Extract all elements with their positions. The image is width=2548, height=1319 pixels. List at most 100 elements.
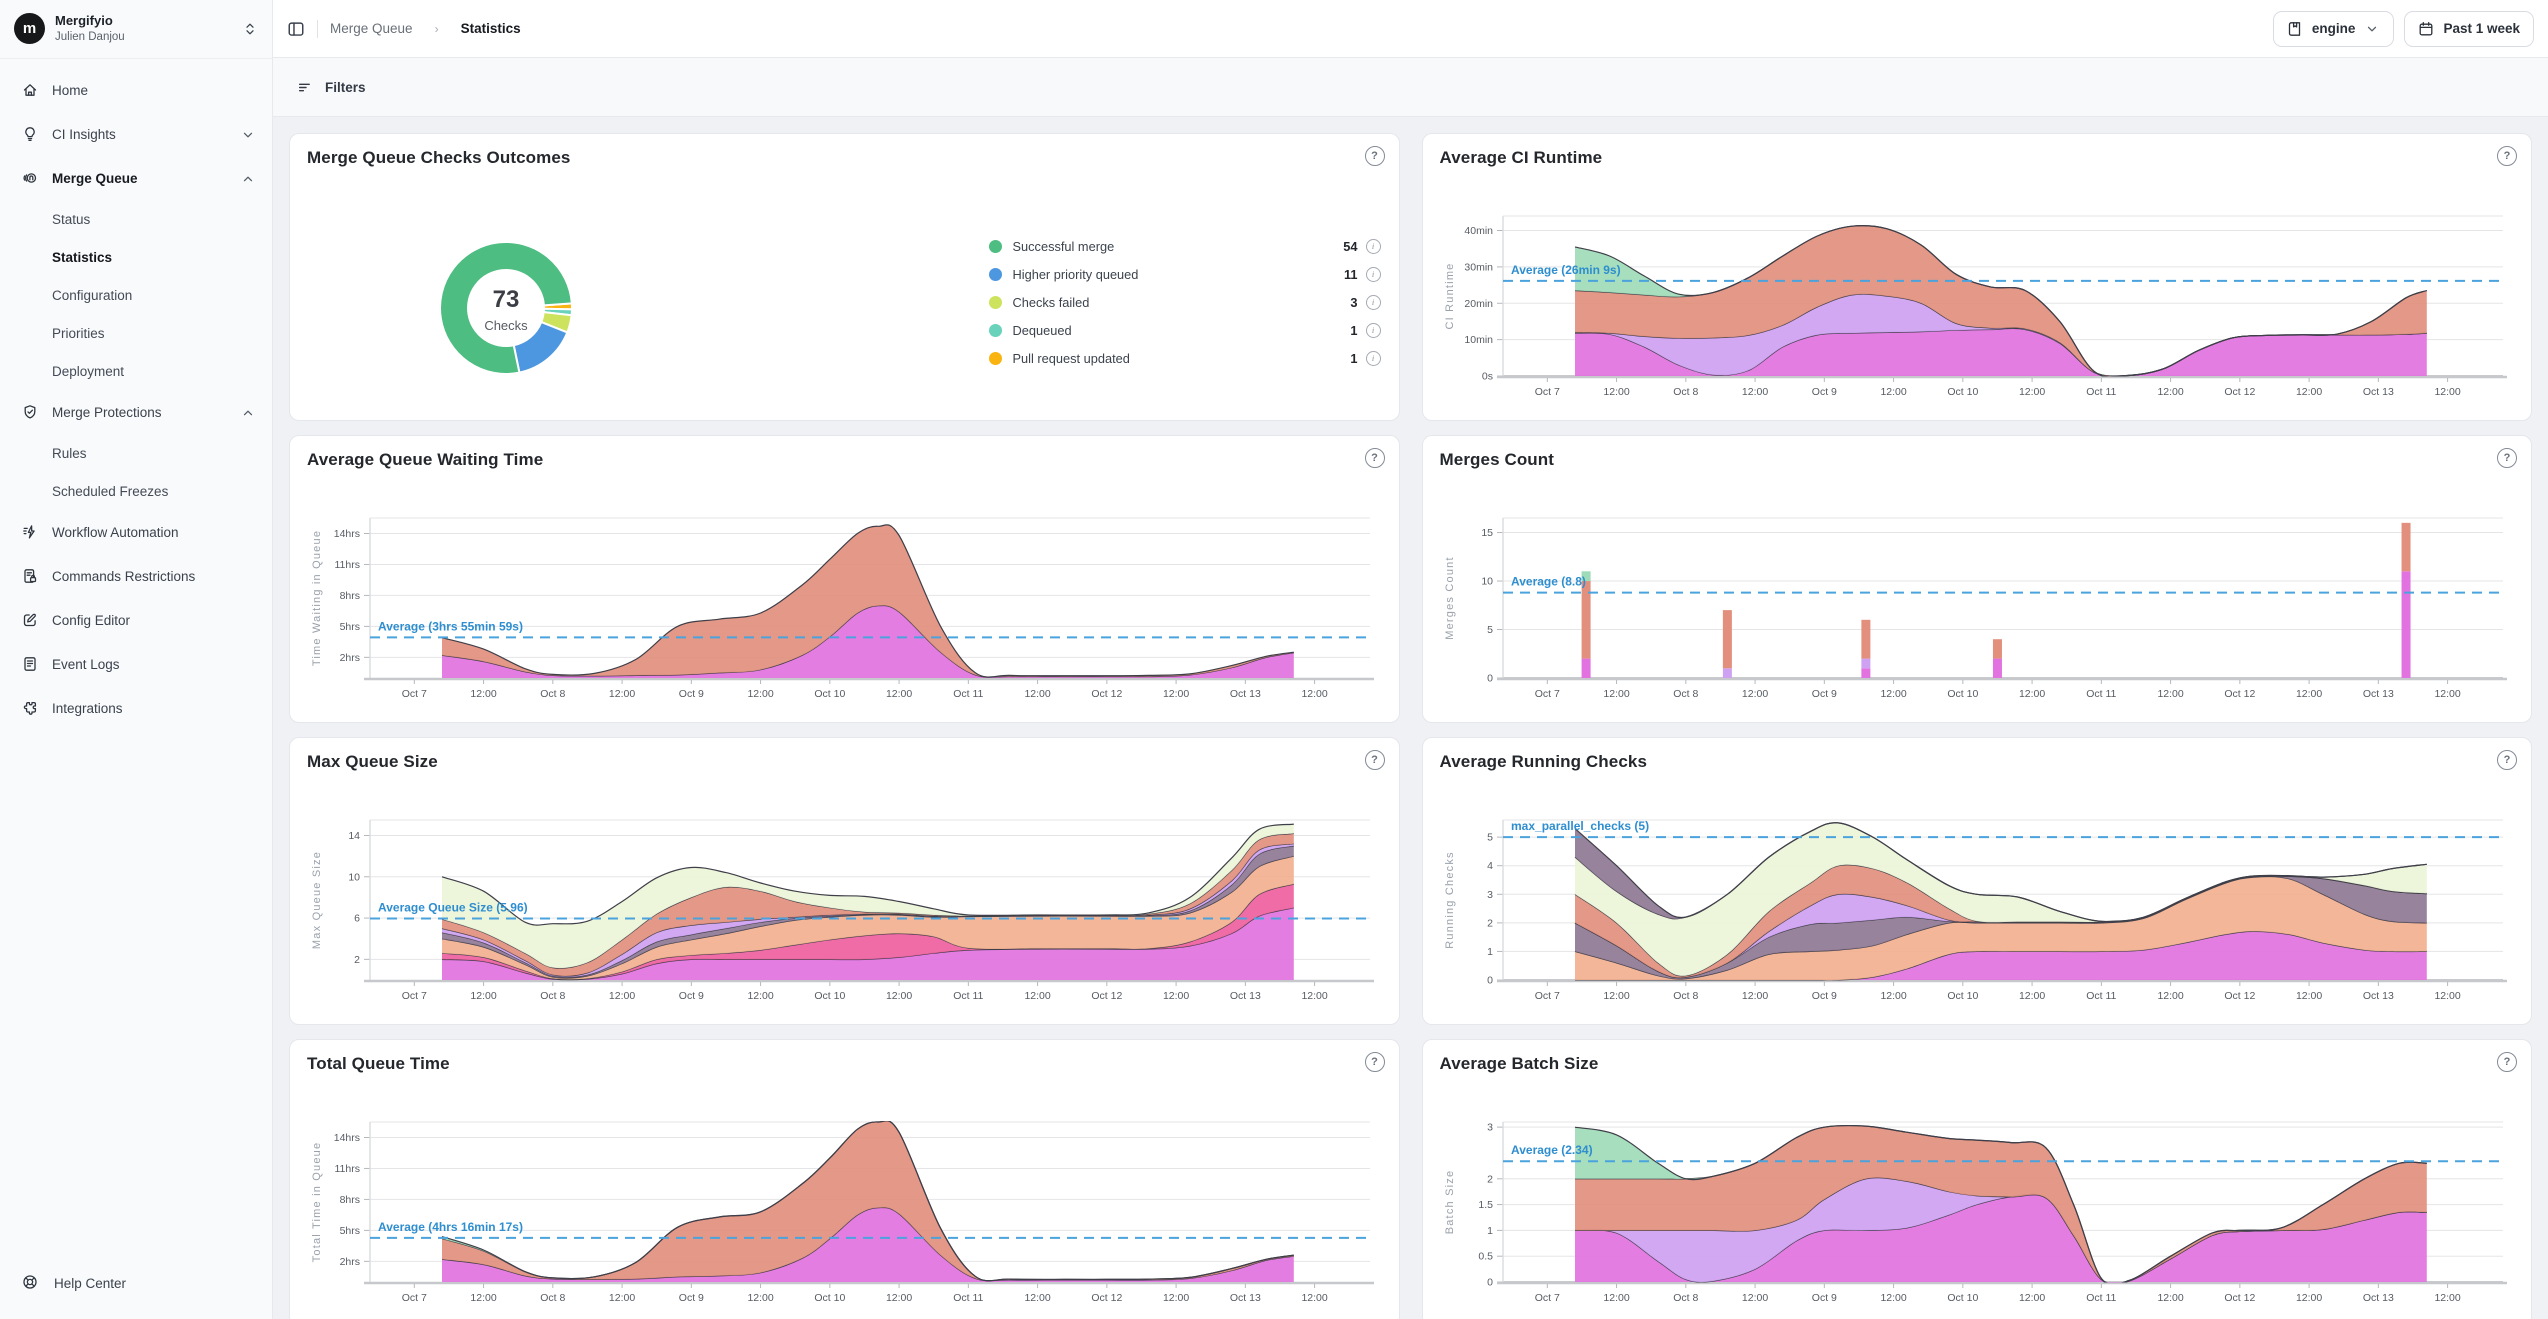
legend-dot bbox=[989, 296, 1002, 309]
svg-text:Oct 7: Oct 7 bbox=[402, 1292, 427, 1304]
total-queue-time-chart: 2hrs5hrs8hrs11hrs14hrsOct 712:00Oct 812:… bbox=[306, 1086, 1384, 1319]
help-icon[interactable]: ? bbox=[2497, 1052, 2517, 1072]
svg-text:0: 0 bbox=[1487, 975, 1493, 987]
legend-label: Dequeued bbox=[1013, 323, 1072, 338]
help-icon[interactable]: ? bbox=[1365, 1052, 1385, 1072]
svg-text:0s: 0s bbox=[1481, 371, 1492, 383]
date-range-button[interactable]: Past 1 week bbox=[2404, 11, 2534, 47]
legend-row[interactable]: Higher priority queued11i bbox=[989, 260, 1381, 288]
legend-row[interactable]: Successful merge54i bbox=[989, 232, 1381, 260]
merges-count-chart: 051015Oct 712:00Oct 812:00Oct 912:00Oct … bbox=[1439, 482, 2517, 718]
sidebar-item-scheduled-freezes[interactable]: Scheduled Freezes bbox=[0, 473, 272, 511]
sidebar-item-home[interactable]: Home bbox=[0, 69, 272, 113]
svg-text:5hrs: 5hrs bbox=[340, 621, 360, 633]
topbar-actions: engine Past 1 week bbox=[2273, 11, 2534, 47]
outcomes-legend: Successful merge54iHigher priority queue… bbox=[989, 232, 1381, 372]
repository-select[interactable]: engine bbox=[2273, 11, 2395, 47]
sidebar-item-workflow-automation[interactable]: Workflow Automation bbox=[0, 511, 272, 555]
sidebar-item-event-logs[interactable]: Event Logs bbox=[0, 643, 272, 687]
svg-text:Running Checks: Running Checks bbox=[1444, 851, 1456, 949]
svg-text:10: 10 bbox=[1481, 576, 1493, 588]
info-icon[interactable]: i bbox=[1366, 295, 1381, 310]
legend-value: 3 bbox=[1350, 295, 1357, 310]
help-icon[interactable]: ? bbox=[1365, 750, 1385, 770]
sidebar-item-merge-protections[interactable]: Merge Protections bbox=[0, 391, 272, 435]
help-icon[interactable]: ? bbox=[2497, 750, 2517, 770]
filters-bar[interactable]: Filters bbox=[273, 58, 2548, 117]
svg-text:0: 0 bbox=[1487, 673, 1493, 685]
svg-text:12:00: 12:00 bbox=[1163, 990, 1189, 1002]
sidebar-item-ci-insights[interactable]: CI Insights bbox=[0, 113, 272, 157]
help-center-link[interactable]: Help Center bbox=[0, 1261, 272, 1305]
help-icon[interactable]: ? bbox=[2497, 448, 2517, 468]
svg-text:Total Time in Queue: Total Time in Queue bbox=[311, 1142, 323, 1263]
svg-text:Oct 7: Oct 7 bbox=[402, 990, 427, 1002]
svg-text:Oct 10: Oct 10 bbox=[1947, 688, 1978, 700]
svg-text:Oct 12: Oct 12 bbox=[2224, 386, 2255, 398]
svg-text:3: 3 bbox=[1487, 1122, 1493, 1134]
svg-text:6: 6 bbox=[354, 913, 360, 925]
svg-text:12:00: 12:00 bbox=[609, 1292, 635, 1304]
svg-text:Average (26min 9s): Average (26min 9s) bbox=[1511, 263, 1621, 277]
org-updown-icon[interactable] bbox=[242, 21, 258, 37]
org-names: Mergifyio Julien Danjou bbox=[55, 13, 125, 45]
info-icon[interactable]: i bbox=[1366, 323, 1381, 338]
svg-text:Oct 10: Oct 10 bbox=[814, 990, 845, 1002]
svg-text:4: 4 bbox=[1487, 860, 1493, 872]
sidebar-toggle-icon[interactable] bbox=[287, 20, 305, 38]
card-title: Max Queue Size bbox=[307, 752, 438, 772]
svg-text:30min: 30min bbox=[1464, 261, 1493, 273]
svg-text:12:00: 12:00 bbox=[1163, 688, 1189, 700]
svg-text:Oct 10: Oct 10 bbox=[1947, 1292, 1978, 1304]
svg-text:Oct 9: Oct 9 bbox=[679, 688, 704, 700]
sidebar-item-label: Event Logs bbox=[52, 657, 120, 672]
svg-text:5: 5 bbox=[1487, 624, 1493, 636]
sidebar-item-status[interactable]: Status bbox=[0, 201, 272, 239]
help-icon[interactable]: ? bbox=[1365, 448, 1385, 468]
breadcrumb-parent[interactable]: Merge Queue bbox=[330, 21, 413, 36]
svg-text:Oct 11: Oct 11 bbox=[2086, 688, 2116, 700]
svg-text:Batch Size: Batch Size bbox=[1444, 1170, 1456, 1235]
svg-text:Average (4hrs 16min 17s): Average (4hrs 16min 17s) bbox=[378, 1220, 523, 1234]
svg-text:Oct 8: Oct 8 bbox=[540, 1292, 565, 1304]
org-switcher[interactable]: m Mergifyio Julien Danjou bbox=[0, 0, 272, 59]
legend-row[interactable]: Pull request updated1i bbox=[989, 344, 1381, 372]
svg-text:20min: 20min bbox=[1464, 298, 1493, 310]
card-title: Merges Count bbox=[1440, 450, 1555, 470]
sidebar-item-deployment[interactable]: Deployment bbox=[0, 353, 272, 391]
svg-text:Average (3hrs 55min 59s): Average (3hrs 55min 59s) bbox=[378, 619, 523, 633]
legend-row[interactable]: Checks failed3i bbox=[989, 288, 1381, 316]
sidebar-item-commands-restrictions[interactable]: Commands Restrictions bbox=[0, 555, 272, 599]
sidebar-item-merge-queue[interactable]: Merge Queue bbox=[0, 157, 272, 201]
svg-text:3: 3 bbox=[1487, 889, 1493, 901]
svg-text:12:00: 12:00 bbox=[2295, 386, 2321, 398]
info-icon[interactable]: i bbox=[1366, 351, 1381, 366]
org-name: Mergifyio bbox=[55, 13, 125, 30]
help-icon[interactable]: ? bbox=[1365, 146, 1385, 166]
ci-runtime-chart: 0s10min20min30min40minOct 712:00Oct 812:… bbox=[1439, 180, 2517, 416]
svg-text:12:00: 12:00 bbox=[1603, 688, 1629, 700]
svg-text:12:00: 12:00 bbox=[470, 1292, 496, 1304]
svg-text:Oct 7: Oct 7 bbox=[1534, 386, 1559, 398]
sidebar-item-config-editor[interactable]: Config Editor bbox=[0, 599, 272, 643]
info-icon[interactable]: i bbox=[1366, 267, 1381, 282]
svg-text:40min: 40min bbox=[1464, 225, 1493, 237]
date-range-label: Past 1 week bbox=[2443, 21, 2520, 36]
sidebar-item-integrations[interactable]: Integrations bbox=[0, 687, 272, 731]
sidebar-item-priorities[interactable]: Priorities bbox=[0, 315, 272, 353]
svg-text:12:00: 12:00 bbox=[2434, 688, 2460, 700]
info-icon[interactable]: i bbox=[1366, 239, 1381, 254]
card-merges-count: Merges Count?051015Oct 712:00Oct 812:00O… bbox=[1422, 435, 2533, 723]
legend-value: 1 bbox=[1350, 323, 1357, 338]
svg-text:Max Queue Size: Max Queue Size bbox=[311, 851, 323, 949]
sidebar-item-configuration[interactable]: Configuration bbox=[0, 277, 272, 315]
sidebar-item-rules[interactable]: Rules bbox=[0, 435, 272, 473]
sidebar-item-statistics[interactable]: Statistics bbox=[0, 239, 272, 277]
help-icon[interactable]: ? bbox=[2497, 146, 2517, 166]
svg-text:12:00: 12:00 bbox=[1603, 386, 1629, 398]
svg-text:Average Queue Size (5.96): Average Queue Size (5.96) bbox=[378, 900, 528, 914]
legend-row[interactable]: Dequeued 1i bbox=[989, 316, 1381, 344]
outcomes-donut-chart: 73Checks bbox=[421, 223, 591, 398]
svg-text:14hrs: 14hrs bbox=[334, 1132, 360, 1144]
queue-waiting-chart: 2hrs5hrs8hrs11hrs14hrsOct 712:00Oct 812:… bbox=[306, 482, 1384, 718]
